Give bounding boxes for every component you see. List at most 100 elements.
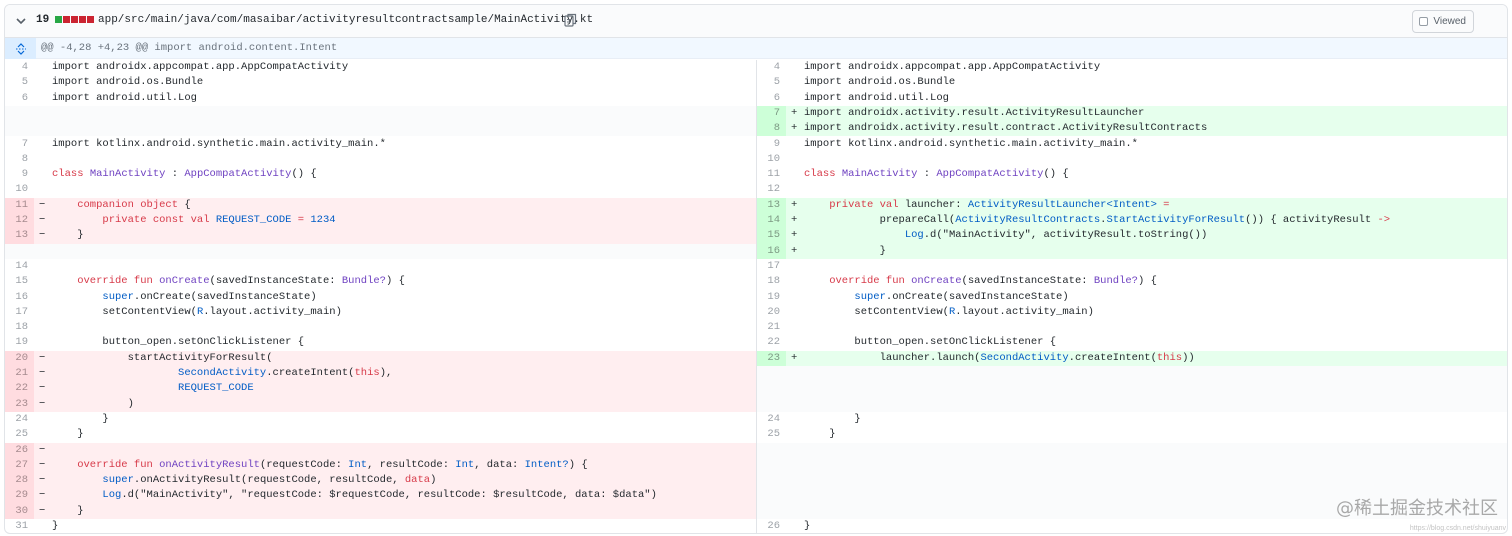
- line-number[interactable]: 24: [757, 412, 786, 427]
- line-number[interactable]: 13: [5, 228, 34, 244]
- line-number[interactable]: 21: [757, 320, 786, 335]
- line-number[interactable]: 12: [757, 182, 786, 197]
- diff-marker: +: [791, 351, 798, 364]
- line-number[interactable]: 15: [757, 228, 786, 244]
- line-number[interactable]: 10: [757, 152, 786, 167]
- diff-marker: [39, 75, 51, 90]
- code-token: Log: [52, 489, 122, 502]
- line-number[interactable]: 18: [5, 320, 34, 335]
- file-path[interactable]: app/src/main/java/com/masaibar/activityr…: [98, 14, 593, 26]
- line-number[interactable]: 14: [5, 259, 34, 274]
- line-number[interactable]: 8: [5, 152, 34, 167]
- line-number[interactable]: 26: [757, 519, 786, 533]
- line-number[interactable]: [757, 397, 786, 412]
- line-number[interactable]: 4: [757, 60, 786, 75]
- code-line: 18 override fun onCreate(savedInstanceSt…: [757, 274, 1507, 289]
- viewed-toggle[interactable]: Viewed: [1412, 10, 1474, 33]
- code-text: import androidx.activity.result.Activity…: [804, 106, 1144, 121]
- line-number[interactable]: 30: [5, 503, 34, 519]
- code-token: }: [52, 520, 59, 532]
- line-number[interactable]: 13: [757, 197, 786, 213]
- line-number[interactable]: 7: [5, 137, 34, 152]
- code-token: {: [178, 198, 191, 211]
- line-number[interactable]: 26: [5, 442, 34, 458]
- line-number[interactable]: [5, 106, 34, 121]
- line-number[interactable]: 18: [757, 274, 786, 289]
- line-number[interactable]: [757, 488, 786, 503]
- diff-marker: +: [791, 106, 798, 119]
- line-number[interactable]: 31: [5, 519, 34, 533]
- line-number[interactable]: 6: [757, 91, 786, 106]
- line-number[interactable]: 16: [757, 243, 786, 259]
- line-number[interactable]: 22: [5, 381, 34, 397]
- line-number[interactable]: 5: [757, 75, 786, 90]
- code-token: this: [1156, 351, 1183, 364]
- line-number[interactable]: 8: [757, 121, 786, 137]
- code-token: button_open.setOnClickListener {: [52, 336, 305, 349]
- line-number[interactable]: 17: [5, 305, 34, 320]
- line-number[interactable]: 4: [5, 60, 34, 75]
- line-number[interactable]: 6: [5, 91, 34, 106]
- line-number[interactable]: 10: [5, 182, 34, 197]
- code-line: [5, 243, 756, 259]
- line-number[interactable]: 28: [5, 473, 34, 489]
- code-token: () {: [291, 168, 317, 181]
- code-line: 26}: [757, 519, 1507, 533]
- diff-marker: −: [39, 489, 46, 502]
- line-number[interactable]: 23: [757, 350, 786, 366]
- expand-icon[interactable]: [5, 38, 36, 59]
- line-number[interactable]: 11: [757, 167, 786, 182]
- line-number[interactable]: 19: [5, 335, 34, 350]
- line-number[interactable]: 11: [5, 197, 34, 213]
- code-token: ) {: [568, 458, 588, 471]
- chevron-down-icon[interactable]: [14, 14, 28, 28]
- code-text: import androidx.activity.result.contract…: [804, 121, 1207, 136]
- diff-marker: −: [39, 382, 46, 395]
- diff-marker: [791, 473, 803, 488]
- copy-icon[interactable]: [564, 13, 577, 27]
- line-number[interactable]: 25: [5, 427, 34, 442]
- code-text: }: [52, 504, 83, 519]
- code-token: import android.util.Log: [804, 91, 949, 104]
- code-text: launcher.launch(SecondActivity.createInt…: [804, 351, 1195, 366]
- line-number[interactable]: 23: [5, 396, 34, 412]
- line-number[interactable]: 12: [5, 213, 34, 229]
- line-number[interactable]: 9: [5, 167, 34, 182]
- line-number[interactable]: [757, 381, 786, 396]
- line-number[interactable]: 9: [757, 137, 786, 152]
- line-number[interactable]: [757, 366, 786, 381]
- line-number[interactable]: 7: [757, 105, 786, 122]
- code-token: =: [1156, 198, 1170, 211]
- line-number[interactable]: 29: [5, 488, 34, 504]
- code-line: 12− private const val REQUEST_CODE = 123…: [5, 213, 756, 229]
- line-number[interactable]: 15: [5, 274, 34, 289]
- line-number[interactable]: [757, 443, 786, 458]
- viewed-checkbox[interactable]: [1419, 17, 1429, 26]
- code-token: import androidx.activity.result.contract…: [804, 122, 1208, 135]
- line-number[interactable]: [757, 473, 786, 488]
- diffstat-square: [55, 16, 62, 23]
- line-number[interactable]: 21: [5, 366, 34, 382]
- line-number[interactable]: [757, 458, 786, 473]
- line-number[interactable]: 16: [5, 290, 34, 305]
- diff-marker: [791, 381, 803, 396]
- diff-marker: [39, 427, 51, 442]
- line-number[interactable]: 22: [757, 335, 786, 350]
- code-token: onCreate: [911, 275, 962, 288]
- line-number[interactable]: [5, 121, 34, 136]
- diff-marker: [791, 182, 803, 197]
- line-number[interactable]: [5, 244, 34, 259]
- diff-marker: [39, 412, 51, 427]
- line-number[interactable]: 20: [5, 350, 34, 366]
- code-line: 22− REQUEST_CODE: [5, 381, 756, 397]
- line-number[interactable]: 20: [757, 305, 786, 320]
- line-number[interactable]: 19: [757, 290, 786, 305]
- code-text: setContentView(R.layout.activity_main): [804, 305, 1093, 320]
- line-number[interactable]: [757, 504, 786, 519]
- line-number[interactable]: 27: [5, 457, 34, 474]
- line-number[interactable]: 25: [757, 427, 786, 442]
- line-number[interactable]: 5: [5, 75, 34, 90]
- line-number[interactable]: 24: [5, 412, 34, 427]
- line-number[interactable]: 14: [757, 213, 786, 229]
- line-number[interactable]: 17: [757, 259, 786, 274]
